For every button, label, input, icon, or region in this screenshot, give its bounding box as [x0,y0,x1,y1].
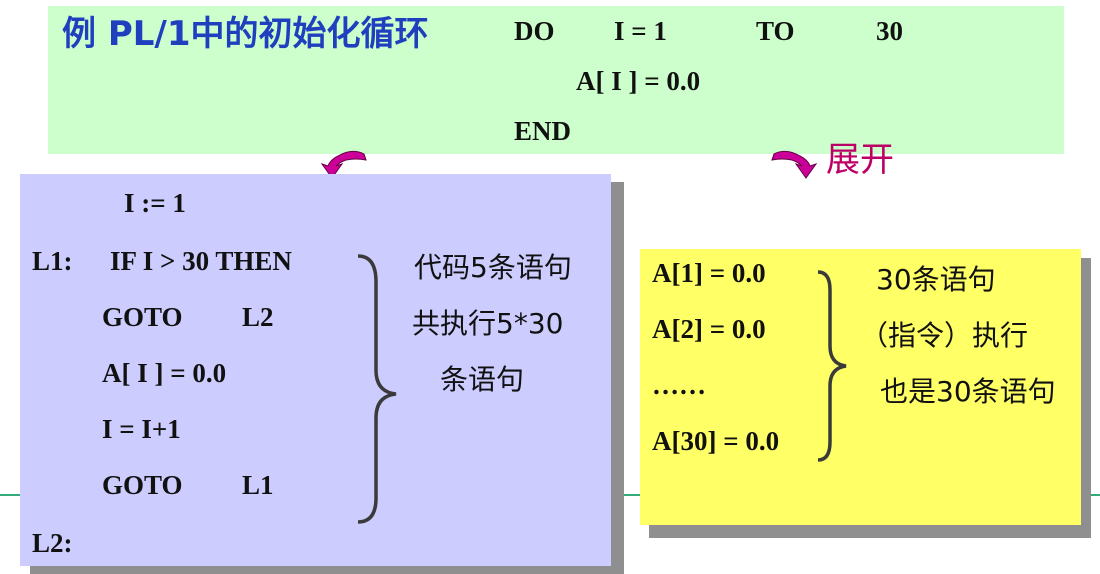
note-line: （指令）执行 [860,319,1029,352]
end-keyword: END [514,116,572,146]
code-line-init: I := 1 [124,188,186,218]
do-keyword: DO [514,16,555,46]
loop-limit: 30 [876,16,903,46]
unrolled-line: A[2] = 0.0 [652,314,766,344]
code-line-goto: GOTO [102,302,183,332]
curved-arrow-right-icon [771,150,818,179]
unrolled-ellipsis: …… [652,370,706,400]
code-target-l1: L1 [242,470,274,500]
loop-body-assign: A[ I ] = 0.0 [576,66,701,96]
note-line: 条语句 [440,363,525,396]
code-line-increment: I = I+1 [102,414,181,444]
note-line: 30条语句 [876,263,996,296]
to-keyword: TO [756,16,795,46]
right-brace-icon [817,270,847,462]
code-line-assign: A[ I ] = 0.0 [102,358,227,388]
right-brace-icon [357,254,397,524]
unrolled-line: A[30] = 0.0 [652,426,780,456]
code-line-if: IF I > 30 THEN [110,246,292,276]
loop-init: I = 1 [614,16,667,46]
code-target-l2: L2 [242,302,274,332]
note-line: 代码5条语句 [414,251,572,284]
code-label-l1: L1: [32,246,73,276]
note-line: 也是30条语句 [880,375,1056,408]
slide-title: 例 PL/1中的初始化循环 [62,14,429,54]
note-line: 共执行5*30 [412,307,564,340]
unrolled-line: A[1] = 0.0 [652,258,766,288]
code-label-l2: L2: [32,528,73,558]
expand-label: 展开 [826,140,894,180]
code-line-goto: GOTO [102,470,183,500]
